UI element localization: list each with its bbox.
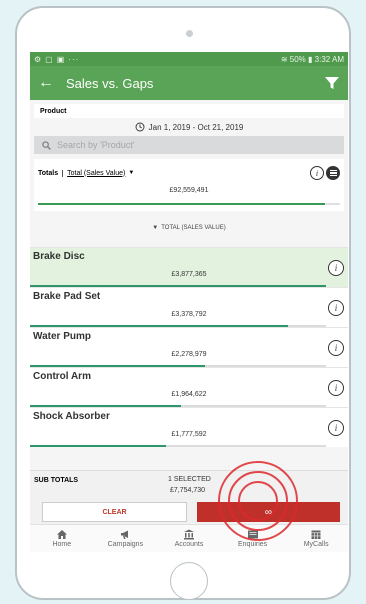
- date-range[interactable]: Jan 1, 2019 - Oct 21, 2019: [30, 118, 348, 136]
- totals-progress-bar: [38, 203, 340, 205]
- list-item[interactable]: Control Arm £1,964,622 i: [30, 367, 348, 407]
- menu-icon[interactable]: [326, 166, 340, 180]
- item-name: Water Pump: [33, 331, 91, 342]
- date-range-text: Jan 1, 2019 - Oct 21, 2019: [148, 122, 244, 132]
- tab-label: Enquiries: [237, 541, 268, 548]
- item-value: £3,378,792: [171, 311, 207, 318]
- page-title: Sales vs. Gaps: [66, 75, 154, 91]
- info-icon[interactable]: i: [328, 260, 344, 276]
- group-by-card[interactable]: Product: [34, 104, 344, 118]
- subtotals-bar: SUB TOTALS 1 SELECTED £7,754,730: [30, 470, 348, 500]
- item-value: £2,278,979: [171, 351, 207, 358]
- system-status: ≋ 50% ▮ 3:32 AM: [281, 55, 344, 64]
- subtotals-label: SUB TOTALS: [34, 477, 79, 484]
- tab-home[interactable]: Home: [30, 525, 94, 552]
- app-status-icon: ▢: [45, 54, 54, 64]
- tab-campaigns[interactable]: Campaigns: [94, 525, 158, 552]
- chevron-down-icon[interactable]: ▼: [128, 170, 134, 176]
- app-bar: ← Sales vs. Gaps: [30, 66, 348, 100]
- totals-label: Totals: [38, 169, 64, 177]
- tab-label: Campaigns: [107, 541, 144, 548]
- list-item[interactable]: Shock Absorber £1,777,592 i: [30, 407, 348, 447]
- tab-label: MyCalls: [303, 541, 329, 548]
- list-item[interactable]: Brake Disc £3,877,365 i: [30, 247, 348, 287]
- clock: 3:32 AM: [314, 54, 344, 64]
- item-value: £1,777,592: [171, 431, 207, 438]
- tab-label: Home: [52, 541, 72, 548]
- item-bar: [30, 445, 326, 447]
- home-button[interactable]: [170, 562, 208, 600]
- item-name: Brake Disc: [33, 251, 85, 262]
- settings-status-icon: ⚙: [34, 54, 43, 64]
- info-icon[interactable]: i: [328, 340, 344, 356]
- home-icon: [56, 530, 67, 539]
- totals-card: Totals Total (Sales Value) ▼ i £92,559,4…: [34, 159, 344, 211]
- search-icon: [42, 140, 51, 150]
- bank-icon: [183, 529, 194, 540]
- more-status-icon: ···: [68, 54, 80, 64]
- search-placeholder: Search by 'Product': [57, 140, 135, 150]
- tab-enquiries[interactable]: Enquiries: [221, 525, 285, 552]
- arrow-left-icon[interactable]: ←: [38, 74, 66, 92]
- action-bar: CLEAR ∞: [30, 500, 348, 524]
- sort-label: TOTAL (SALES VALUE): [161, 225, 226, 231]
- group-by-label: Product: [40, 108, 67, 115]
- tab-accounts[interactable]: Accounts: [157, 525, 221, 552]
- product-list: Brake Disc £3,877,365 i Brake Pad Set £3…: [30, 247, 348, 447]
- megaphone-icon: [121, 530, 129, 539]
- info-icon[interactable]: i: [328, 300, 344, 316]
- bottom-nav: Home Campaigns Accounts Enquiries MyCall…: [30, 524, 348, 552]
- totals-header: Totals Total (Sales Value) ▼ i: [34, 159, 344, 187]
- totals-icons: i: [310, 166, 340, 180]
- item-name: Brake Pad Set: [33, 291, 101, 302]
- calendar-icon: [311, 530, 321, 539]
- subtotals-amount: £7,754,730: [170, 487, 206, 494]
- drilldown-button[interactable]: ∞: [197, 502, 340, 522]
- item-value: £1,964,622: [171, 391, 207, 398]
- camera-dot: [186, 30, 193, 37]
- totals-value: £92,559,491: [169, 187, 209, 194]
- tab-label: Accounts: [174, 541, 204, 548]
- list-item[interactable]: Brake Pad Set £3,378,792 i: [30, 287, 348, 327]
- clear-button[interactable]: CLEAR: [42, 502, 187, 522]
- list-item[interactable]: Water Pump £2,278,979 i: [30, 327, 348, 367]
- history-icon: [135, 122, 145, 132]
- app-screen: ⚙ ▢ ▣ ··· ≋ 50% ▮ 3:32 AM ← Sales vs. Ga…: [30, 52, 348, 552]
- totals-progress-fill: [38, 203, 325, 205]
- status-bar: ⚙ ▢ ▣ ··· ≋ 50% ▮ 3:32 AM: [30, 52, 348, 66]
- wifi-icon: ≋: [280, 54, 288, 64]
- image-status-icon: ▣: [56, 54, 66, 64]
- item-name: Shock Absorber: [33, 411, 110, 422]
- info-icon[interactable]: i: [310, 166, 324, 180]
- sort-desc-icon: ▼: [152, 225, 159, 231]
- item-bar-fill: [30, 445, 167, 447]
- battery-icon: ▮: [308, 54, 313, 64]
- sort-header[interactable]: ▼ TOTAL (SALES VALUE): [30, 225, 348, 235]
- measure-dropdown[interactable]: Total (Sales Value): [63, 170, 125, 177]
- info-icon[interactable]: i: [328, 420, 344, 436]
- tab-mycalls[interactable]: MyCalls: [284, 525, 348, 552]
- filter-icon[interactable]: [324, 75, 340, 91]
- inbox-icon: [247, 530, 258, 539]
- info-icon[interactable]: i: [328, 380, 344, 396]
- item-name: Control Arm: [33, 371, 91, 382]
- battery-level: 50%: [289, 54, 306, 64]
- selected-count: 1 SELECTED: [168, 476, 211, 483]
- search-input[interactable]: Search by 'Product': [34, 136, 344, 154]
- link-icon: ∞: [264, 506, 273, 518]
- item-value: £3,877,365: [171, 271, 207, 278]
- notification-icons: ⚙ ▢ ▣ ···: [34, 55, 79, 64]
